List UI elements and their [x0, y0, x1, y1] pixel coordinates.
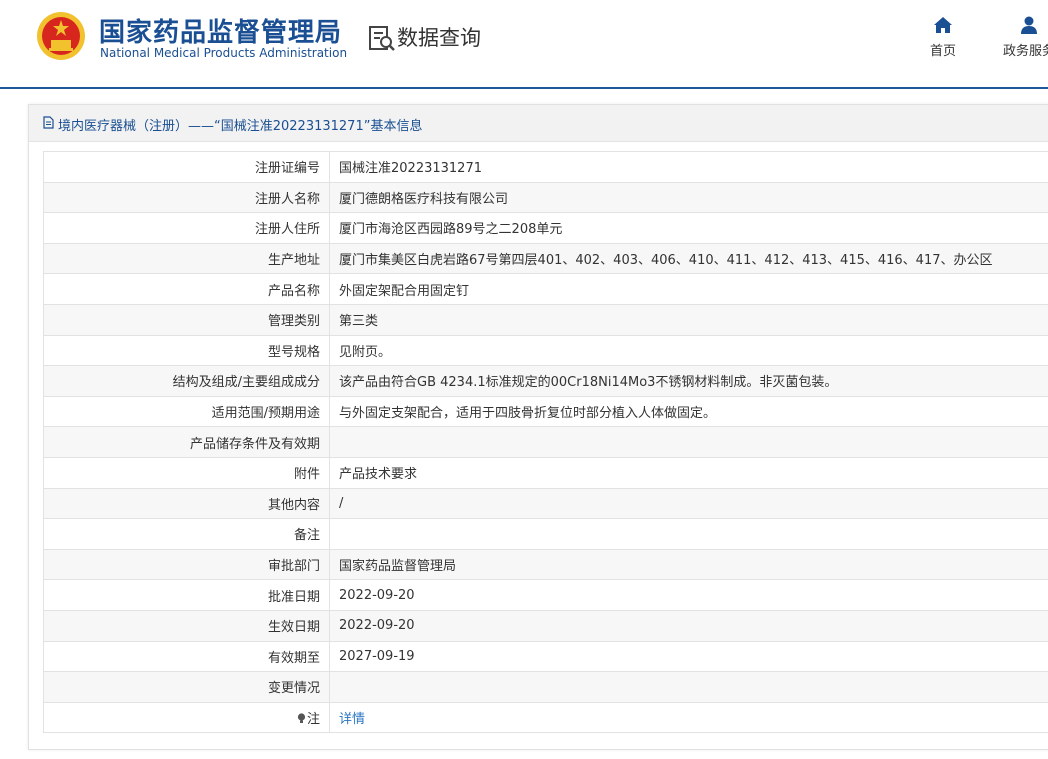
field-value: 产品技术要求 — [329, 456, 1048, 489]
nav-home-label: 首页 — [929, 44, 956, 59]
field-value: 见附页。 — [329, 334, 1048, 367]
data-search-icon — [369, 26, 395, 51]
field-value: / — [329, 487, 1048, 520]
table-row: 其他内容 / — [43, 487, 1048, 520]
field-label: 管理类别 — [43, 303, 330, 336]
field-label: 注册人住所 — [43, 212, 330, 244]
table-row: 有效期至 2027-09-19 — [43, 640, 1048, 673]
table-row: 批准日期 2022-09-20 — [43, 579, 1048, 611]
field-value: 2022-09-20 — [329, 609, 1048, 642]
details-link[interactable]: 详情 — [339, 712, 365, 727]
table-row-note: 注 详情 — [43, 701, 1048, 734]
table-row: 产品储存条件及有效期 — [43, 426, 1048, 458]
table-row: 管理类别 第三类 — [43, 303, 1048, 336]
page-title: 数据查询 — [397, 26, 481, 50]
field-label: 注册证编号 — [43, 151, 330, 183]
nav-home[interactable]: 首页 — [928, 16, 958, 59]
field-value: 2022-09-20 — [329, 579, 1048, 611]
field-value: 厦门市海沧区西园路89号之二208单元 — [329, 212, 1048, 244]
table-row: 备注 — [43, 518, 1048, 550]
field-value: 2027-09-19 — [329, 640, 1048, 673]
home-icon — [934, 17, 952, 33]
field-label: 有效期至 — [43, 640, 330, 673]
field-value: 该产品由符合GB 4234.1标准规定的00Cr18Ni14Mo3不锈钢材料制成… — [329, 365, 1048, 397]
field-value — [329, 426, 1048, 458]
table-row: 变更情况 — [43, 671, 1048, 703]
field-value: 与外固定支架配合，适用于四肢骨折复位时部分植入人体做固定。 — [329, 395, 1048, 428]
table-row: 适用范围/预期用途 与外固定支架配合，适用于四肢骨折复位时部分植入人体做固定。 — [43, 395, 1048, 428]
note-value-cell: 详情 — [329, 701, 1048, 734]
field-label: 变更情况 — [43, 671, 330, 703]
field-value: 第三类 — [329, 303, 1048, 336]
table-row: 附件 产品技术要求 — [43, 456, 1048, 489]
field-label: 生效日期 — [43, 609, 330, 642]
field-label: 生产地址 — [43, 242, 330, 275]
field-label: 注册人名称 — [43, 181, 330, 214]
panel-title: 境内医疗器械（注册）——“国械注准20223131271”基本信息 — [58, 119, 423, 134]
table-row: 生产地址 厦门市集美区白虎岩路67号第四层401、402、403、406、410、… — [43, 242, 1048, 275]
info-table: 注册证编号 国械注准20223131271 注册人名称 厦门德朗格医疗科技有限公司 注册… — [43, 151, 1048, 734]
field-label: 产品储存条件及有效期 — [43, 426, 330, 458]
field-label: 批准日期 — [43, 579, 330, 611]
note-label: 注 — [306, 711, 320, 727]
field-label: 型号规格 — [43, 334, 330, 367]
panel-header: 境内医疗器械（注册）——“国械注准20223131271”基本信息 — [29, 105, 1048, 142]
user-icon — [1021, 16, 1037, 34]
table-row: 产品名称 外固定架配合用固定钉 — [43, 273, 1048, 305]
nav-government-service-label: 政务服务 — [1002, 44, 1048, 59]
field-value: 厦门市集美区白虎岩路67号第四层401、402、403、406、410、411、… — [329, 242, 1048, 275]
lightbulb-icon — [297, 713, 306, 723]
field-value: 外固定架配合用固定钉 — [329, 273, 1048, 305]
field-value: 国械注准20223131271 — [329, 151, 1048, 183]
table-row: 审批部门 国家药品监督管理局 — [43, 548, 1048, 581]
field-label: 其他内容 — [43, 487, 330, 520]
field-label: 产品名称 — [43, 273, 330, 305]
table-row: 生效日期 2022-09-20 — [43, 609, 1048, 642]
note-label-cell: 注 — [43, 701, 330, 734]
field-value: 厦门德朗格医疗科技有限公司 — [329, 181, 1048, 214]
site-title-en: National Medical Products Administration — [100, 46, 348, 60]
nav-government-service[interactable]: 政务服务 — [994, 16, 1048, 59]
site-title-cn: 国家药品监督管理局 — [99, 18, 343, 48]
document-icon — [43, 116, 54, 129]
table-row: 注册人住所 厦门市海沧区西园路89号之二208单元 — [43, 212, 1048, 244]
table-row: 注册证编号 国械注准20223131271 — [43, 151, 1048, 183]
table-row: 型号规格 见附页。 — [43, 334, 1048, 367]
site-header: 国家药品监督管理局 National Medical Products Admi… — [0, 0, 1048, 89]
field-value — [329, 518, 1048, 550]
field-label: 备注 — [43, 518, 330, 550]
field-value: 国家药品监督管理局 — [329, 548, 1048, 581]
field-label: 附件 — [43, 456, 330, 489]
field-label: 结构及组成/主要组成成分 — [43, 365, 330, 397]
national-emblem-icon — [37, 12, 85, 60]
table-row: 结构及组成/主要组成成分 该产品由符合GB 4234.1标准规定的00Cr18Ni… — [43, 365, 1048, 397]
field-label: 适用范围/预期用途 — [43, 395, 330, 428]
field-value — [329, 671, 1048, 703]
header-divider — [0, 87, 1048, 89]
table-row: 注册人名称 厦门德朗格医疗科技有限公司 — [43, 181, 1048, 214]
field-label: 审批部门 — [43, 548, 330, 581]
info-panel: 境内医疗器械（注册）——“国械注准20223131271”基本信息 注册证编号国… — [28, 104, 1048, 750]
